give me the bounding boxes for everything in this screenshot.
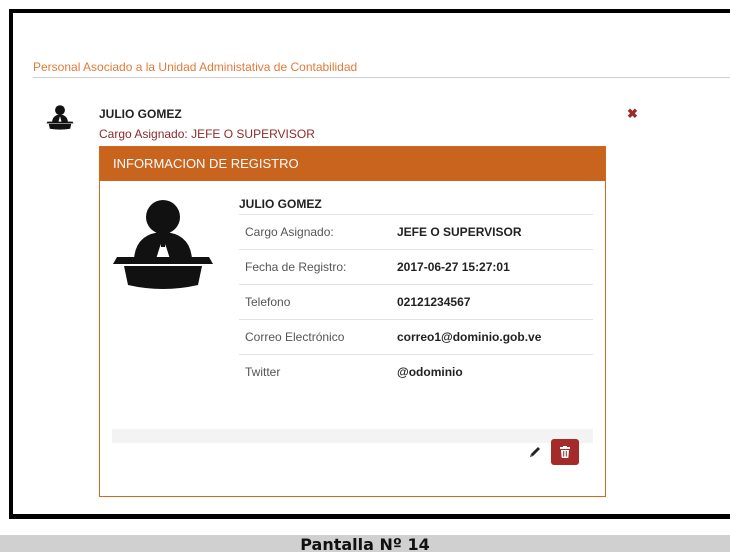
section-title: Personal Asociado a la Unidad Administat… [33,60,358,74]
detail-value: JEFE O SUPERVISOR [397,214,593,250]
trash-icon [560,446,570,458]
detail-label: Correo Electrónico [239,319,397,355]
detail-value: 02121234567 [397,284,593,320]
detail-row: Twitter @odominio [239,354,593,389]
panel-footer-bar [112,429,593,443]
panel-header: INFORMACION DE REGISTRO [100,147,605,181]
detail-row: Fecha de Registro: 2017-06-27 15:27:01 [239,249,593,285]
screen-caption: Pantalla Nº 14 [300,535,430,554]
person-role: Cargo Asignado: JEFE O SUPERVISOR [99,127,315,141]
detail-value: correo1@dominio.gob.ve [397,319,593,355]
detail-value: 2017-06-27 15:27:01 [397,249,593,285]
detail-name: JULIO GOMEZ [239,197,322,211]
section-divider [33,77,730,78]
detail-row: Cargo Asignado: JEFE O SUPERVISOR [239,214,593,250]
person-at-desk-icon [113,200,213,289]
detail-value: @odominio [397,354,593,389]
detail-label: Cargo Asignado: [239,214,397,250]
detail-label: Twitter [239,354,397,389]
detail-row: Correo Electrónico correo1@dominio.gob.v… [239,319,593,355]
registration-info-panel: INFORMACION DE REGISTRO JULIO GOMEZ Carg… [99,146,606,497]
detail-label: Fecha de Registro: [239,249,397,285]
close-icon[interactable]: ✖ [627,107,638,120]
detail-label: Telefono [239,284,397,320]
detail-table: Cargo Asignado: JEFE O SUPERVISOR Fecha … [239,214,593,389]
person-at-desk-icon [46,105,74,130]
person-name: JULIO GOMEZ [99,107,182,121]
delete-button[interactable] [551,439,579,465]
pencil-icon[interactable] [528,445,542,459]
detail-row: Telefono 02121234567 [239,284,593,320]
